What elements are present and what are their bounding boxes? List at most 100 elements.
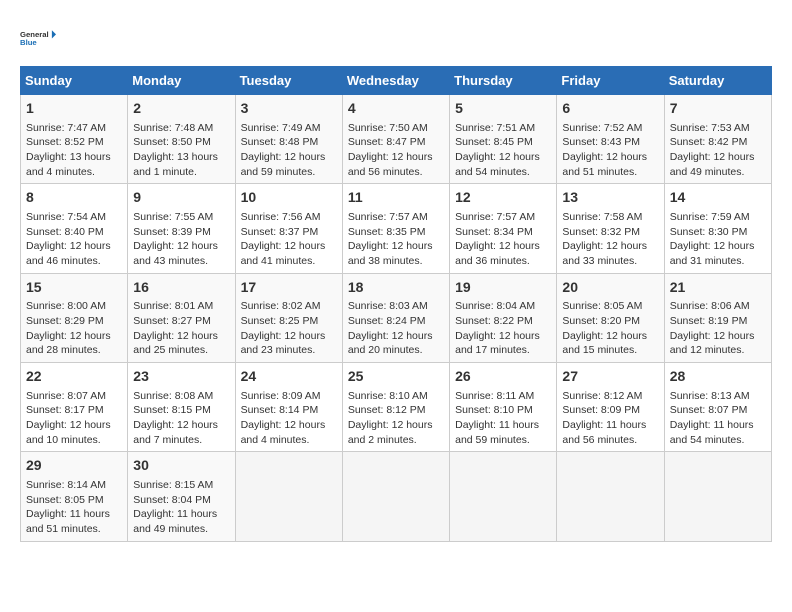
daylight-text: Daylight: 12 hours and 31 minutes. (670, 240, 755, 267)
sunset-text: Sunset: 8:12 PM (348, 404, 426, 416)
day-number: 17 (241, 278, 337, 298)
day-number: 6 (562, 99, 658, 119)
calendar-cell: 11 Sunrise: 7:57 AM Sunset: 8:35 PM Dayl… (342, 184, 449, 273)
sunrise-text: Sunrise: 8:03 AM (348, 300, 428, 312)
sunset-text: Sunset: 8:47 PM (348, 136, 426, 148)
sunrise-text: Sunrise: 8:13 AM (670, 390, 750, 402)
calendar-cell: 13 Sunrise: 7:58 AM Sunset: 8:32 PM Dayl… (557, 184, 664, 273)
day-number: 24 (241, 367, 337, 387)
calendar-week-5: 29 Sunrise: 8:14 AM Sunset: 8:05 PM Dayl… (21, 452, 772, 541)
day-number: 30 (133, 456, 229, 476)
day-number: 16 (133, 278, 229, 298)
day-number: 1 (26, 99, 122, 119)
sunrise-text: Sunrise: 8:01 AM (133, 300, 213, 312)
calendar-cell: 22 Sunrise: 8:07 AM Sunset: 8:17 PM Dayl… (21, 363, 128, 452)
sunset-text: Sunset: 8:52 PM (26, 136, 104, 148)
calendar-cell (557, 452, 664, 541)
day-number: 4 (348, 99, 444, 119)
daylight-text: Daylight: 11 hours and 59 minutes. (455, 419, 539, 446)
sunset-text: Sunset: 8:10 PM (455, 404, 533, 416)
calendar-cell: 10 Sunrise: 7:56 AM Sunset: 8:37 PM Dayl… (235, 184, 342, 273)
svg-text:General: General (20, 30, 49, 39)
day-header-saturday: Saturday (664, 67, 771, 95)
sunrise-text: Sunrise: 8:02 AM (241, 300, 321, 312)
sunrise-text: Sunrise: 7:55 AM (133, 211, 213, 223)
sunrise-text: Sunrise: 7:50 AM (348, 122, 428, 134)
daylight-text: Daylight: 12 hours and 17 minutes. (455, 330, 540, 357)
daylight-text: Daylight: 12 hours and 56 minutes. (348, 151, 433, 178)
sunset-text: Sunset: 8:15 PM (133, 404, 211, 416)
sunset-text: Sunset: 8:20 PM (562, 315, 640, 327)
sunrise-text: Sunrise: 7:56 AM (241, 211, 321, 223)
daylight-text: Daylight: 12 hours and 2 minutes. (348, 419, 433, 446)
day-header-monday: Monday (128, 67, 235, 95)
calendar-week-1: 1 Sunrise: 7:47 AM Sunset: 8:52 PM Dayli… (21, 95, 772, 184)
sunrise-text: Sunrise: 7:53 AM (670, 122, 750, 134)
calendar-cell: 8 Sunrise: 7:54 AM Sunset: 8:40 PM Dayli… (21, 184, 128, 273)
day-number: 5 (455, 99, 551, 119)
sunset-text: Sunset: 8:32 PM (562, 226, 640, 238)
sunset-text: Sunset: 8:22 PM (455, 315, 533, 327)
calendar-cell (342, 452, 449, 541)
daylight-text: Daylight: 12 hours and 33 minutes. (562, 240, 647, 267)
calendar-cell: 20 Sunrise: 8:05 AM Sunset: 8:20 PM Dayl… (557, 273, 664, 362)
sunset-text: Sunset: 8:19 PM (670, 315, 748, 327)
calendar-cell (450, 452, 557, 541)
sunrise-text: Sunrise: 7:52 AM (562, 122, 642, 134)
calendar-cell: 17 Sunrise: 8:02 AM Sunset: 8:25 PM Dayl… (235, 273, 342, 362)
day-number: 12 (455, 188, 551, 208)
calendar-cell (235, 452, 342, 541)
sunset-text: Sunset: 8:17 PM (26, 404, 104, 416)
daylight-text: Daylight: 13 hours and 4 minutes. (26, 151, 111, 178)
calendar-cell: 4 Sunrise: 7:50 AM Sunset: 8:47 PM Dayli… (342, 95, 449, 184)
calendar-cell: 12 Sunrise: 7:57 AM Sunset: 8:34 PM Dayl… (450, 184, 557, 273)
sunset-text: Sunset: 8:50 PM (133, 136, 211, 148)
day-number: 18 (348, 278, 444, 298)
daylight-text: Daylight: 12 hours and 46 minutes. (26, 240, 111, 267)
sunrise-text: Sunrise: 7:51 AM (455, 122, 535, 134)
day-header-thursday: Thursday (450, 67, 557, 95)
calendar-cell: 3 Sunrise: 7:49 AM Sunset: 8:48 PM Dayli… (235, 95, 342, 184)
sunrise-text: Sunrise: 8:11 AM (455, 390, 534, 402)
daylight-text: Daylight: 12 hours and 15 minutes. (562, 330, 647, 357)
daylight-text: Daylight: 13 hours and 1 minute. (133, 151, 218, 178)
sunset-text: Sunset: 8:05 PM (26, 494, 104, 506)
daylight-text: Daylight: 12 hours and 36 minutes. (455, 240, 540, 267)
sunset-text: Sunset: 8:40 PM (26, 226, 104, 238)
sunset-text: Sunset: 8:39 PM (133, 226, 211, 238)
day-header-tuesday: Tuesday (235, 67, 342, 95)
calendar-cell: 29 Sunrise: 8:14 AM Sunset: 8:05 PM Dayl… (21, 452, 128, 541)
svg-text:Blue: Blue (20, 38, 37, 47)
daylight-text: Daylight: 12 hours and 25 minutes. (133, 330, 218, 357)
day-number: 14 (670, 188, 766, 208)
sunrise-text: Sunrise: 7:57 AM (348, 211, 428, 223)
calendar-cell: 27 Sunrise: 8:12 AM Sunset: 8:09 PM Dayl… (557, 363, 664, 452)
calendar-table: SundayMondayTuesdayWednesdayThursdayFrid… (20, 66, 772, 542)
day-number: 7 (670, 99, 766, 119)
calendar-cell: 16 Sunrise: 8:01 AM Sunset: 8:27 PM Dayl… (128, 273, 235, 362)
logo: General Blue (20, 20, 56, 56)
calendar-cell: 5 Sunrise: 7:51 AM Sunset: 8:45 PM Dayli… (450, 95, 557, 184)
day-number: 19 (455, 278, 551, 298)
sunset-text: Sunset: 8:35 PM (348, 226, 426, 238)
sunrise-text: Sunrise: 8:09 AM (241, 390, 321, 402)
day-number: 22 (26, 367, 122, 387)
daylight-text: Daylight: 12 hours and 10 minutes. (26, 419, 111, 446)
sunset-text: Sunset: 8:04 PM (133, 494, 211, 506)
sunset-text: Sunset: 8:42 PM (670, 136, 748, 148)
sunset-text: Sunset: 8:34 PM (455, 226, 533, 238)
daylight-text: Daylight: 12 hours and 59 minutes. (241, 151, 326, 178)
day-number: 20 (562, 278, 658, 298)
sunrise-text: Sunrise: 8:14 AM (26, 479, 106, 491)
page-header: General Blue (20, 20, 772, 56)
days-header-row: SundayMondayTuesdayWednesdayThursdayFrid… (21, 67, 772, 95)
daylight-text: Daylight: 12 hours and 49 minutes. (670, 151, 755, 178)
sunrise-text: Sunrise: 7:59 AM (670, 211, 750, 223)
daylight-text: Daylight: 11 hours and 56 minutes. (562, 419, 646, 446)
sunrise-text: Sunrise: 8:15 AM (133, 479, 213, 491)
sunrise-text: Sunrise: 8:12 AM (562, 390, 642, 402)
day-number: 9 (133, 188, 229, 208)
calendar-week-2: 8 Sunrise: 7:54 AM Sunset: 8:40 PM Dayli… (21, 184, 772, 273)
daylight-text: Daylight: 12 hours and 51 minutes. (562, 151, 647, 178)
sunrise-text: Sunrise: 8:10 AM (348, 390, 428, 402)
